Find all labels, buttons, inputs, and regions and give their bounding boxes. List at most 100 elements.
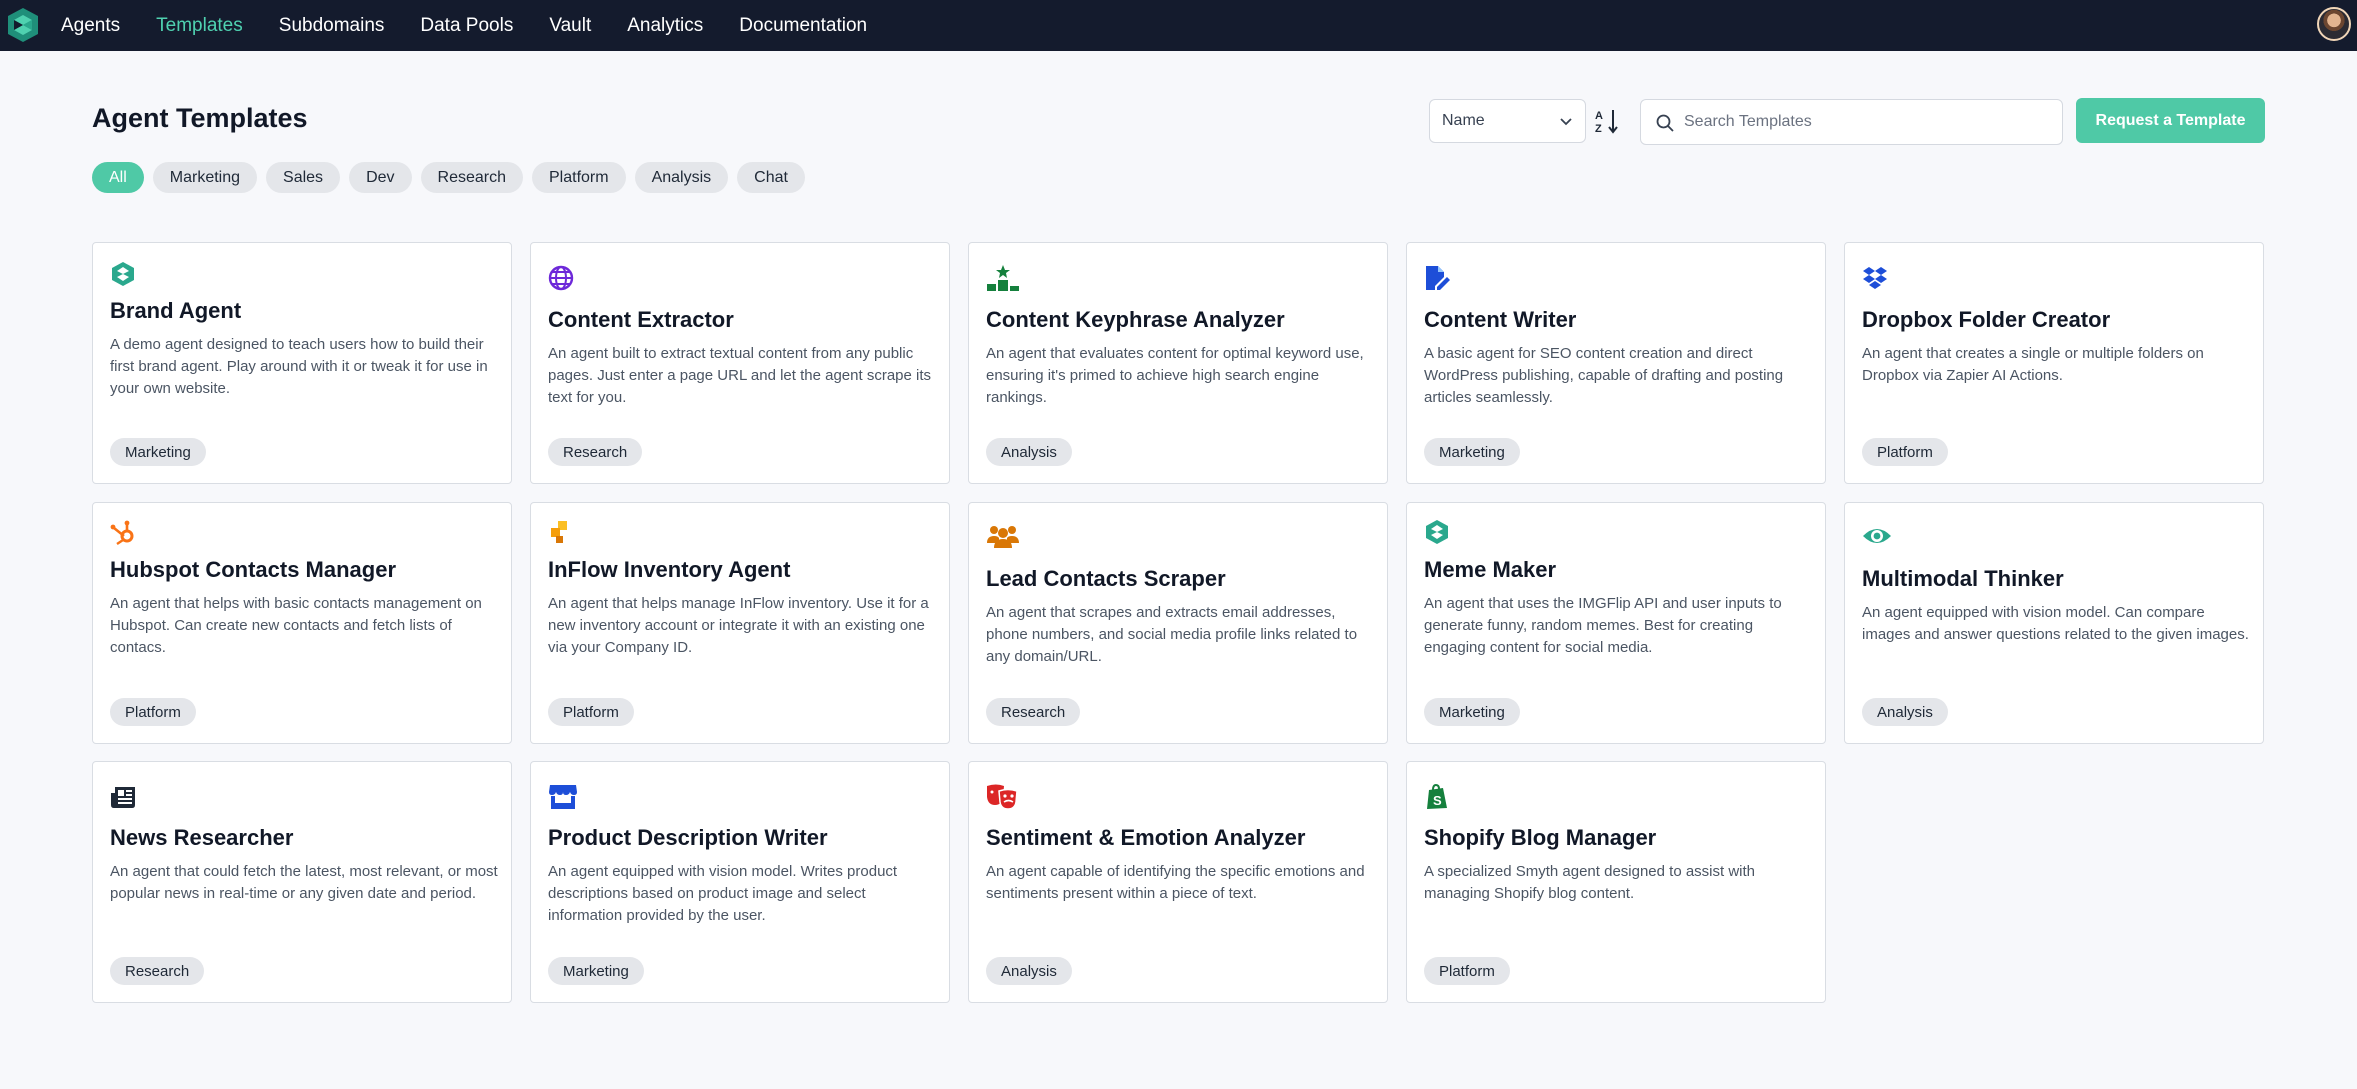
template-card-sentiment-emotion-analyzer[interactable]: Sentiment & Emotion Analyzer An agent ca…: [968, 761, 1388, 1003]
template-card-content-extractor[interactable]: Content Extractor An agent built to extr…: [530, 242, 950, 484]
card-description: An agent that scrapes and extracts email…: [986, 604, 1358, 665]
filter-platform[interactable]: Platform: [532, 162, 626, 193]
card-tag: Marketing: [110, 438, 206, 466]
template-card-shopify-blog-manager[interactable]: S Shopify Blog Manager A specialized Smy…: [1406, 761, 1826, 1003]
card-title: Content Extractor: [548, 307, 734, 332]
card-title: News Researcher: [110, 825, 294, 850]
card-description: A demo agent designed to teach users how…: [110, 336, 488, 397]
card-tag: Marketing: [1424, 698, 1520, 726]
template-card-lead-contacts-scraper[interactable]: Lead Contacts Scraper An agent that scra…: [968, 502, 1388, 744]
shopify-icon: S: [1427, 784, 1447, 809]
svg-text:S: S: [1433, 793, 1442, 808]
card-description: An agent that creates a single or multip…: [1862, 345, 2204, 384]
category-filters: All Marketing Sales Dev Research Platfor…: [92, 162, 814, 193]
card-description: A specialized Smyth agent designed to as…: [1424, 863, 1756, 902]
sort-select[interactable]: Name: [1429, 99, 1586, 143]
card-tag: Platform: [1862, 438, 1948, 466]
inflow-icon: [551, 521, 567, 543]
nav-item-vault[interactable]: Vault: [549, 15, 591, 37]
smyth-logo-icon[interactable]: [5, 6, 41, 44]
filter-analysis[interactable]: Analysis: [634, 162, 729, 193]
card-description: An agent capable of identifying the spec…: [986, 863, 1365, 902]
nav-item-documentation[interactable]: Documentation: [739, 15, 867, 37]
card-title: Multimodal Thinker: [1862, 566, 2064, 591]
request-template-button[interactable]: Request a Template: [2076, 98, 2265, 143]
card-tag: Analysis: [986, 438, 1072, 466]
nav-item-analytics[interactable]: Analytics: [627, 15, 703, 37]
search-input[interactable]: [1684, 100, 2054, 144]
smyth-logo-icon: [1426, 520, 1448, 544]
filter-all[interactable]: All: [92, 162, 144, 193]
card-tag: Research: [548, 438, 643, 466]
sort-az-icon[interactable]: A Z: [1594, 106, 1622, 136]
svg-text:Z: Z: [1595, 123, 1602, 135]
ranking-podium-icon: [987, 265, 1019, 291]
sort-select-value: Name: [1442, 112, 1485, 129]
card-title: Dropbox Folder Creator: [1862, 307, 2111, 332]
card-description: An agent equipped with vision model. Wri…: [548, 863, 898, 924]
card-description: An agent that helps with basic contacts …: [110, 595, 482, 656]
card-tag: Platform: [1424, 957, 1510, 985]
eye-icon: [1863, 529, 1891, 543]
card-tag: Analysis: [986, 957, 1072, 985]
card-tag: Research: [986, 698, 1081, 726]
template-card-content-keyphrase-analyzer[interactable]: Content Keyphrase Analyzer An agent that…: [968, 242, 1388, 484]
search-box: [1640, 99, 2063, 145]
card-title: Content Writer: [1424, 307, 1577, 332]
template-card-inflow-inventory-agent[interactable]: InFlow Inventory Agent An agent that hel…: [530, 502, 950, 744]
filter-research[interactable]: Research: [420, 162, 523, 193]
card-tag: Research: [110, 957, 205, 985]
card-tag: Marketing: [1424, 438, 1520, 466]
card-tag: Platform: [548, 698, 634, 726]
user-avatar[interactable]: [2317, 7, 2351, 41]
card-title: Brand Agent: [110, 298, 242, 323]
nav-item-agents[interactable]: Agents: [61, 15, 120, 37]
filter-sales[interactable]: Sales: [266, 162, 341, 193]
card-description: An agent that uses the IMGFlip API and u…: [1424, 595, 1782, 656]
globe-icon: [548, 265, 574, 291]
card-description: An agent equipped with vision model. Can…: [1862, 604, 2249, 643]
card-title: Content Keyphrase Analyzer: [986, 307, 1285, 332]
svg-text:A: A: [1595, 110, 1603, 122]
card-tag: Analysis: [1862, 698, 1948, 726]
card-title: Lead Contacts Scraper: [986, 566, 1226, 591]
card-description: An agent that could fetch the latest, mo…: [110, 863, 498, 902]
template-card-news-researcher[interactable]: News Researcher An agent that could fetc…: [92, 761, 512, 1003]
card-title: Shopify Blog Manager: [1424, 825, 1657, 850]
filter-dev[interactable]: Dev: [349, 162, 412, 193]
nav-item-data-pools[interactable]: Data Pools: [420, 15, 513, 37]
card-description: An agent that helps manage InFlow invent…: [548, 595, 929, 656]
card-title: Hubspot Contacts Manager: [110, 557, 397, 582]
template-card-content-writer[interactable]: Content Writer A basic agent for SEO con…: [1406, 242, 1826, 484]
card-tag: Platform: [110, 698, 196, 726]
masks-theater-icon: [987, 784, 1018, 810]
card-description: A basic agent for SEO content creation a…: [1424, 345, 1784, 406]
page-title: Agent Templates: [92, 103, 308, 133]
dropbox-icon: [1863, 267, 1887, 289]
search-icon: [1656, 114, 1674, 132]
template-card-dropbox-folder-creator[interactable]: Dropbox Folder Creator An agent that cre…: [1844, 242, 2264, 484]
card-title: Product Description Writer: [548, 825, 828, 850]
card-title: InFlow Inventory Agent: [548, 557, 791, 582]
chevron-down-icon: [1560, 118, 1572, 126]
shop-icon: [549, 785, 577, 809]
template-card-hubspot-contacts-manager[interactable]: Hubspot Contacts Manager An agent that h…: [92, 502, 512, 744]
card-title: Meme Maker: [1424, 557, 1557, 582]
filter-marketing[interactable]: Marketing: [152, 162, 258, 193]
template-card-brand-agent[interactable]: Brand Agent A demo agent designed to tea…: [92, 242, 512, 484]
card-title: Sentiment & Emotion Analyzer: [986, 825, 1306, 850]
template-card-product-description-writer[interactable]: Product Description Writer An agent equi…: [530, 761, 950, 1003]
newspaper-icon: [111, 787, 135, 808]
file-pen-icon: [1426, 266, 1450, 290]
card-description: An agent that evaluates content for opti…: [986, 345, 1364, 406]
nav-menu: Agents Templates Subdomains Data Pools V…: [61, 0, 903, 51]
hubspot-icon: [110, 520, 134, 545]
nav-item-templates[interactable]: Templates: [156, 15, 243, 37]
nav-item-subdomains[interactable]: Subdomains: [279, 15, 385, 37]
smyth-logo-icon: [112, 262, 134, 286]
card-description: An agent built to extract textual conten…: [548, 345, 932, 406]
top-navbar: Agents Templates Subdomains Data Pools V…: [0, 0, 2357, 51]
template-card-meme-maker[interactable]: Meme Maker An agent that uses the IMGFli…: [1406, 502, 1826, 744]
filter-chat[interactable]: Chat: [737, 162, 805, 193]
template-card-multimodal-thinker[interactable]: Multimodal Thinker An agent equipped wit…: [1844, 502, 2264, 744]
